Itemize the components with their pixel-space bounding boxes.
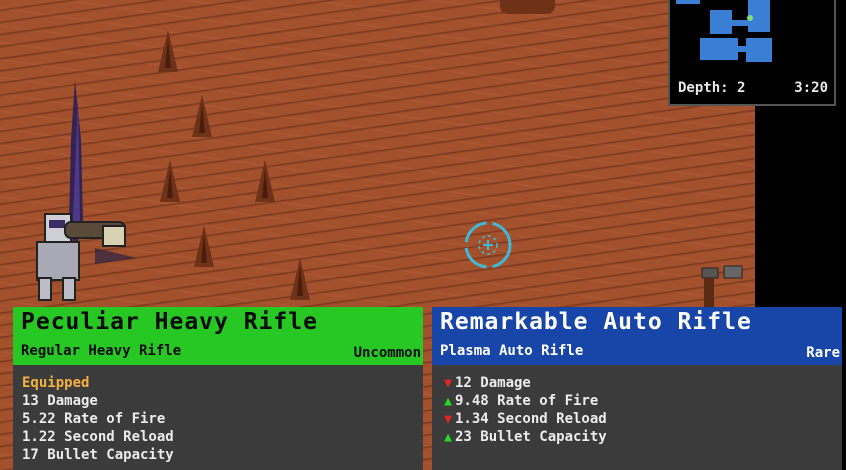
card-stats: Equipped 13 Damage 5.22 Rate of Fire 1.2…: [13, 365, 423, 470]
loot-pile[interactable]: [692, 262, 752, 307]
stat-rate-of-fire: 5.22 Rate of Fire: [22, 411, 166, 427]
stat-damage: 13 Damage: [22, 393, 98, 409]
stat-text: 23 Bullet Capacity: [455, 429, 607, 445]
stat-text: 9.48 Rate of Fire: [455, 393, 599, 409]
arrow-down-icon: ▼: [444, 412, 452, 427]
terrain-spike: [160, 160, 180, 202]
elapsed-time: 3:20: [794, 80, 828, 96]
weapon-title: Remarkable Auto Rifle: [440, 309, 752, 335]
weapon-rarity: Uncommon: [353, 345, 421, 361]
stat-damage: ▼ 12 Damage: [441, 374, 833, 392]
stat-reload: 1.22 Second Reload: [22, 429, 174, 445]
stat-capacity: ▲ 23 Bullet Capacity: [441, 428, 833, 446]
stat-rate-of-fire: ▲ 9.48 Rate of Fire: [441, 392, 833, 410]
depth-label-text: Depth:: [678, 80, 729, 96]
terrain-spike: [194, 225, 214, 267]
equipped-status: Equipped: [22, 375, 90, 391]
stat-text: 1.34 Second Reload: [455, 411, 607, 427]
stat-capacity: 17 Bullet Capacity: [22, 447, 174, 463]
equipped-weapon-card: Peculiar Heavy Rifle Regular Heavy Rifle…: [13, 307, 423, 470]
crosshair-icon[interactable]: [463, 220, 513, 270]
terrain-spike: [192, 95, 212, 137]
ground-weapon-card: Remarkable Auto Rifle Plasma Auto Rifle …: [432, 307, 842, 470]
arrow-up-icon: ▲: [444, 394, 452, 409]
card-stats: ▼ 12 Damage ▲ 9.48 Rate of Fire ▼ 1.34 Seco…: [432, 365, 842, 470]
terrain-spike: [158, 30, 178, 72]
minimap-player-marker-icon: [747, 15, 753, 21]
weapon-subtitle: Regular Heavy Rifle: [21, 343, 182, 359]
minimap[interactable]: Depth: 2 3:20: [668, 0, 836, 106]
rock-outcrop: [500, 0, 555, 14]
weapon-rarity: Rare: [806, 345, 840, 361]
terrain-spike: [290, 258, 310, 300]
stat-text: 12 Damage: [455, 375, 531, 391]
depth-indicator: Depth: 2: [678, 80, 745, 96]
card-header: Remarkable Auto Rifle Plasma Auto Rifle …: [432, 307, 842, 365]
card-header: Peculiar Heavy Rifle Regular Heavy Rifle…: [13, 307, 423, 365]
stat-reload: ▼ 1.34 Second Reload: [441, 410, 833, 428]
terrain-spike: [255, 160, 275, 202]
depth-value: 2: [737, 80, 746, 96]
arrow-up-icon: ▲: [444, 430, 452, 445]
arrow-down-icon: ▼: [444, 376, 452, 391]
weapon-title: Peculiar Heavy Rifle: [21, 309, 318, 335]
player-character: [36, 80, 137, 301]
weapon-subtitle: Plasma Auto Rifle: [440, 343, 584, 359]
